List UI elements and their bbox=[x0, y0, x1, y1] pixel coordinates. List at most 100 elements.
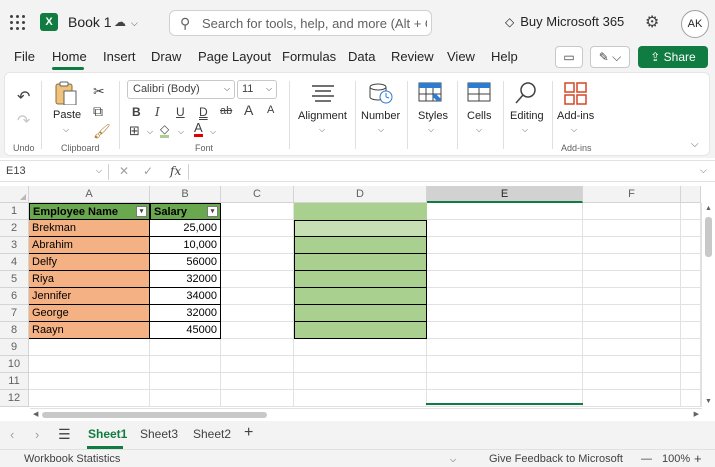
add-sheet-button[interactable]: + bbox=[244, 424, 253, 442]
redo-icon[interactable]: ↷ bbox=[17, 111, 30, 131]
styles-label[interactable]: Styles bbox=[418, 110, 448, 122]
alignment-label[interactable]: Alignment bbox=[298, 110, 347, 122]
paste-label[interactable]: Paste bbox=[53, 109, 81, 121]
empty-cell[interactable] bbox=[221, 254, 294, 271]
empty-cell[interactable] bbox=[583, 254, 681, 271]
empty-cell[interactable] bbox=[681, 271, 701, 288]
table-cell-salary[interactable]: 34000 bbox=[150, 288, 221, 305]
font-color-icon[interactable]: A bbox=[194, 121, 203, 137]
cells-label[interactable]: Cells bbox=[467, 110, 491, 122]
empty-cell[interactable] bbox=[221, 305, 294, 322]
paste-icon[interactable] bbox=[53, 81, 79, 105]
empty-cell[interactable] bbox=[221, 220, 294, 237]
chevron-down-icon[interactable]: ⌵ bbox=[147, 127, 153, 137]
empty-cell[interactable] bbox=[294, 356, 427, 373]
empty-cell[interactable] bbox=[583, 288, 681, 305]
column-header-f[interactable]: F bbox=[583, 186, 681, 203]
empty-cell[interactable] bbox=[150, 356, 221, 373]
empty-cell[interactable] bbox=[294, 339, 427, 356]
empty-cell[interactable] bbox=[427, 220, 583, 237]
empty-cell[interactable] bbox=[681, 203, 701, 220]
shrink-font-button[interactable]: A bbox=[267, 104, 274, 116]
empty-cell[interactable] bbox=[294, 390, 427, 407]
chevron-down-icon[interactable]: ⌵ bbox=[476, 125, 482, 135]
search-input[interactable] bbox=[202, 15, 427, 31]
row-header[interactable]: 1 bbox=[0, 203, 29, 220]
empty-cell[interactable] bbox=[221, 203, 294, 220]
name-box[interactable]: E13 ⌵ bbox=[4, 163, 104, 180]
column-header-e[interactable]: E bbox=[427, 186, 583, 203]
chevron-down-icon[interactable]: ⌵ bbox=[428, 125, 434, 135]
empty-cell[interactable] bbox=[681, 254, 701, 271]
cells-icon[interactable] bbox=[466, 81, 492, 105]
empty-cell[interactable] bbox=[221, 390, 294, 407]
scroll-left-icon[interactable]: ◀ bbox=[33, 410, 38, 418]
all-sheets-menu-icon[interactable]: ☰ bbox=[58, 426, 71, 443]
empty-cell[interactable] bbox=[427, 254, 583, 271]
chevron-down-icon[interactable]: ⌵ bbox=[378, 125, 384, 135]
column-header-a[interactable]: A bbox=[29, 186, 150, 203]
empty-cell[interactable] bbox=[221, 288, 294, 305]
empty-cell[interactable] bbox=[681, 237, 701, 254]
table-cell-salary[interactable]: 10,000 bbox=[150, 237, 221, 254]
filter-dropdown-icon[interactable]: ▾ bbox=[207, 206, 218, 217]
editing-search-icon[interactable] bbox=[513, 81, 539, 107]
empty-cell[interactable] bbox=[294, 373, 427, 390]
empty-cell[interactable] bbox=[29, 356, 150, 373]
workbook-statistics-button[interactable]: Workbook Statistics bbox=[24, 453, 120, 465]
empty-cell[interactable] bbox=[583, 373, 681, 390]
table-cell-name[interactable]: Raayn bbox=[29, 322, 150, 339]
app-launcher-icon[interactable] bbox=[10, 15, 26, 31]
empty-cell[interactable] bbox=[427, 237, 583, 254]
row-header[interactable]: 6 bbox=[0, 288, 29, 305]
chevron-down-icon[interactable]: ⌵ bbox=[319, 125, 325, 135]
row-header[interactable]: 5 bbox=[0, 271, 29, 288]
borders-icon[interactable]: ⊞ bbox=[129, 123, 140, 139]
underline-button[interactable]: U bbox=[176, 105, 185, 119]
row-header[interactable]: 12 bbox=[0, 390, 29, 407]
empty-cell[interactable] bbox=[221, 322, 294, 339]
tab-help[interactable]: Help bbox=[491, 49, 518, 64]
empty-cell[interactable] bbox=[150, 373, 221, 390]
table-cell-name[interactable]: George bbox=[29, 305, 150, 322]
empty-cell[interactable] bbox=[681, 220, 701, 237]
column-header-d[interactable]: D bbox=[294, 186, 427, 203]
number-format-icon[interactable] bbox=[367, 81, 393, 105]
table-cell-salary[interactable]: 56000 bbox=[150, 254, 221, 271]
empty-cell[interactable] bbox=[583, 220, 681, 237]
select-all-corner[interactable] bbox=[0, 186, 29, 203]
autosave-icon[interactable]: ☁ bbox=[114, 15, 126, 29]
book-title[interactable]: Book 1 bbox=[68, 14, 112, 30]
empty-cell[interactable] bbox=[427, 373, 583, 390]
empty-cell[interactable] bbox=[221, 271, 294, 288]
empty-cell[interactable] bbox=[427, 288, 583, 305]
column-header-b[interactable]: B bbox=[150, 186, 221, 203]
table-cell-salary[interactable]: 45000 bbox=[150, 322, 221, 339]
sheet-tab-sheet1[interactable]: Sheet1 bbox=[88, 427, 127, 441]
row-header[interactable]: 2 bbox=[0, 220, 29, 237]
tab-review[interactable]: Review bbox=[391, 49, 434, 64]
empty-cell[interactable] bbox=[583, 339, 681, 356]
cell-d8[interactable] bbox=[294, 322, 427, 339]
add-ins-icon[interactable] bbox=[563, 81, 589, 107]
cell-d6[interactable] bbox=[294, 288, 427, 305]
table-cell-name[interactable]: Brekman bbox=[29, 220, 150, 237]
enter-icon[interactable]: ✓ bbox=[143, 164, 153, 178]
cell-d1[interactable] bbox=[294, 203, 427, 220]
empty-cell[interactable] bbox=[29, 390, 150, 407]
number-label[interactable]: Number bbox=[361, 110, 400, 122]
empty-cell[interactable] bbox=[150, 390, 221, 407]
avatar[interactable]: AK bbox=[681, 10, 709, 38]
row-header[interactable]: 11 bbox=[0, 373, 29, 390]
styles-icon[interactable] bbox=[417, 81, 445, 105]
zoom-in-button[interactable]: + bbox=[694, 451, 702, 466]
double-underline-button[interactable]: D bbox=[199, 105, 208, 119]
ribbon-expand-chevron-icon[interactable]: ⌵ bbox=[691, 139, 699, 150]
empty-cell[interactable] bbox=[681, 305, 701, 322]
cell-d3[interactable] bbox=[294, 237, 427, 254]
empty-cell[interactable] bbox=[150, 339, 221, 356]
scroll-right-icon[interactable]: ▶ bbox=[694, 410, 699, 418]
tab-data[interactable]: Data bbox=[348, 49, 375, 64]
empty-cell[interactable] bbox=[583, 305, 681, 322]
empty-cell[interactable] bbox=[681, 356, 701, 373]
